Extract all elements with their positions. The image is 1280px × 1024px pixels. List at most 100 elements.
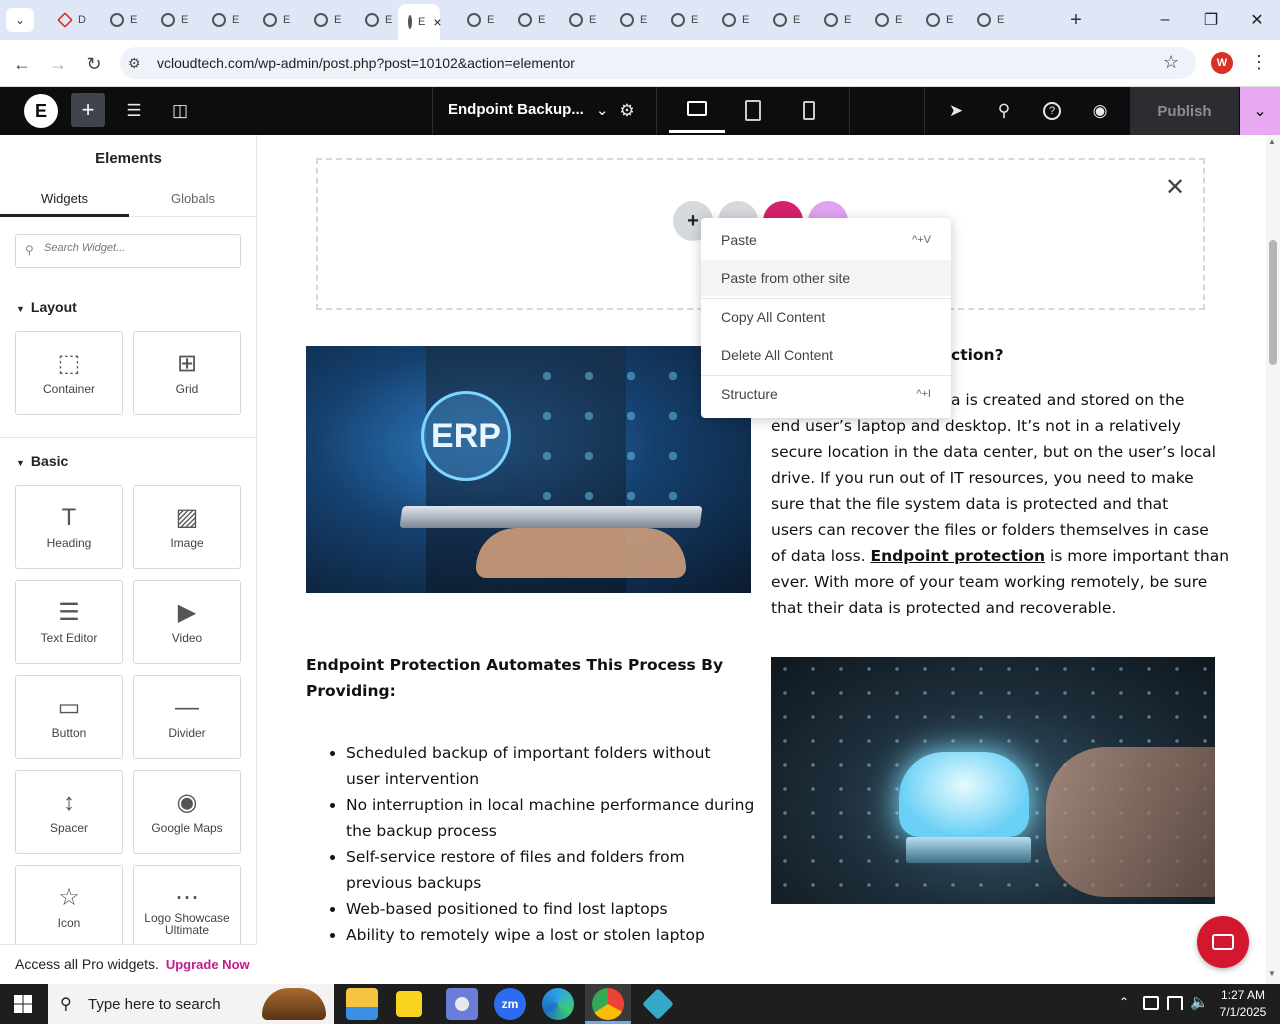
- browser-tab[interactable]: E: [202, 8, 248, 32]
- reload-icon[interactable]: ↻: [82, 52, 106, 76]
- browser-tab[interactable]: E: [253, 8, 299, 32]
- browser-tab[interactable]: D: [48, 8, 94, 32]
- edge-browser-icon[interactable]: [542, 988, 574, 1020]
- tab-globals[interactable]: Globals: [129, 191, 257, 206]
- widget-google-maps[interactable]: ◉ Google Maps: [133, 770, 241, 854]
- browser-tab[interactable]: E: [304, 8, 350, 32]
- browser-tab[interactable]: E: [712, 8, 758, 32]
- caret-down-icon: ▼: [16, 458, 25, 468]
- restore-icon[interactable]: ❐: [1196, 8, 1226, 32]
- back-icon[interactable]: ←: [10, 52, 34, 76]
- scrollbar-thumb[interactable]: [1269, 240, 1277, 365]
- widget-spacer[interactable]: ↕ Spacer: [15, 770, 123, 854]
- widget-heading[interactable]: T Heading: [15, 485, 123, 569]
- mobile-device-icon[interactable]: [803, 101, 815, 120]
- erp-circle: ERP: [421, 391, 511, 481]
- close-section-icon[interactable]: ✕: [1165, 176, 1185, 200]
- basic-section-header[interactable]: ▼ Basic: [16, 453, 68, 469]
- browser-tab[interactable]: E: [457, 8, 503, 32]
- tab-label: D: [78, 14, 86, 26]
- context-menu-item-structure[interactable]: Structure ^+I: [701, 376, 951, 412]
- context-menu-item-copy-all-content[interactable]: Copy All Content: [701, 299, 951, 335]
- url-text[interactable]: vcloudtech.com/wp-admin/post.php?post=10…: [157, 55, 575, 71]
- windows-start-icon[interactable]: [14, 995, 32, 1013]
- speaker-icon[interactable]: 🔈: [1190, 993, 1209, 1011]
- browser-tab[interactable]: E: [151, 8, 197, 32]
- help-icon[interactable]: ?: [1038, 97, 1066, 125]
- browser-tab[interactable]: E: [865, 8, 911, 32]
- widget-container[interactable]: ⬚ Container: [15, 331, 123, 415]
- bookmark-star-icon[interactable]: ☆: [1163, 52, 1179, 73]
- widget-video[interactable]: ▶ Video: [133, 580, 241, 664]
- close-window-icon[interactable]: ✕: [1242, 8, 1272, 32]
- browser-tab[interactable]: E: [610, 8, 656, 32]
- widget-grid[interactable]: ⊞ Grid: [133, 331, 241, 415]
- browser-tab[interactable]: E: [916, 8, 962, 32]
- browser-tab[interactable]: E: [967, 8, 1013, 32]
- widget-icon[interactable]: ☆ Icon: [15, 865, 123, 949]
- snipping-tool-icon[interactable]: [446, 988, 478, 1020]
- erp-image[interactable]: ERP: [306, 346, 751, 593]
- browser-tab[interactable]: E ×: [398, 4, 442, 40]
- widget-logo-showcase-ultimate[interactable]: ⋯ Logo Showcase Ultimate: [133, 865, 241, 949]
- forward-icon[interactable]: →: [46, 52, 70, 76]
- tablet-device-icon[interactable]: [745, 100, 761, 121]
- elementor-logo-icon[interactable]: E: [24, 94, 58, 128]
- browser-tab[interactable]: E: [508, 8, 554, 32]
- widget-divider[interactable]: — Divider: [133, 675, 241, 759]
- widget-button[interactable]: ▭ Button: [15, 675, 123, 759]
- desktop-device-icon[interactable]: [687, 101, 707, 116]
- layout-section-header[interactable]: ▼ Layout: [16, 299, 77, 315]
- promo-message: Access all Pro widgets.: [15, 956, 159, 972]
- browser-tab[interactable]: E: [100, 8, 146, 32]
- widget-search-field[interactable]: ⚲: [15, 234, 241, 268]
- tab-search-button[interactable]: ⌄: [6, 8, 34, 32]
- scroll-up-arrow-icon[interactable]: ▲: [1268, 137, 1276, 146]
- close-tab-icon[interactable]: ×: [433, 14, 441, 30]
- zoom-app-icon[interactable]: zm: [494, 988, 526, 1020]
- chrome-browser-icon[interactable]: [592, 988, 624, 1020]
- browser-tab[interactable]: E: [559, 8, 605, 32]
- notes-pin-icon[interactable]: ➤: [942, 97, 970, 125]
- new-tab-icon[interactable]: +: [1066, 8, 1086, 32]
- minimize-icon[interactable]: –: [1150, 8, 1180, 32]
- page-title-dropdown[interactable]: Endpoint Backup... ⌄: [448, 101, 608, 119]
- browser-tab[interactable]: E: [814, 8, 860, 32]
- add-element-icon[interactable]: +: [71, 93, 105, 127]
- context-menu-item-paste[interactable]: Paste ^+V: [701, 222, 951, 258]
- browser-tab[interactable]: E: [763, 8, 809, 32]
- tab-label: E: [793, 14, 801, 26]
- publish-button[interactable]: Publish: [1130, 87, 1239, 135]
- preview-eye-icon[interactable]: ◉: [1086, 97, 1114, 125]
- endpoint-protection-link[interactable]: Endpoint protection: [871, 547, 1046, 565]
- publish-options-chevron-icon[interactable]: ⌄: [1240, 87, 1280, 135]
- search-icon[interactable]: ⚲: [990, 97, 1018, 125]
- profile-avatar[interactable]: W: [1211, 52, 1233, 74]
- chrome-menu-icon[interactable]: ⋮: [1250, 52, 1268, 73]
- context-menu-item-delete-all-content[interactable]: Delete All Content: [701, 337, 951, 373]
- browser-tab[interactable]: E: [661, 8, 707, 32]
- tab-widgets[interactable]: Widgets: [0, 191, 129, 206]
- tray-chevron-icon[interactable]: ⌃: [1119, 995, 1129, 1009]
- taskbar-search-box[interactable]: ⚲ Type here to search: [48, 984, 334, 1024]
- context-menu-item-paste-from-other-site[interactable]: Paste from other site: [701, 260, 951, 296]
- cloud-image[interactable]: [771, 657, 1215, 904]
- sticky-notes-icon[interactable]: [396, 991, 422, 1017]
- chat-widget-button[interactable]: [1197, 916, 1249, 968]
- search-input[interactable]: [44, 242, 234, 254]
- widget-text-editor[interactable]: ☰ Text Editor: [15, 580, 123, 664]
- browser-tab[interactable]: E: [355, 8, 401, 32]
- page-settings-gear-icon[interactable]: ⚙: [613, 97, 641, 125]
- widget-image[interactable]: ▨ Image: [133, 485, 241, 569]
- network-warning-icon[interactable]: [1143, 996, 1159, 1010]
- structure-layers-icon[interactable]: ◫: [166, 97, 194, 125]
- laptop-shape: [906, 837, 1031, 863]
- file-explorer-icon[interactable]: [346, 988, 378, 1020]
- scroll-down-arrow-icon[interactable]: ▼: [1268, 969, 1276, 978]
- wifi-icon[interactable]: [1167, 996, 1183, 1010]
- list-item: Web-based positioned to find lost laptop…: [346, 896, 766, 922]
- site-info-icon[interactable]: ⚙: [128, 55, 141, 72]
- upgrade-now-link[interactable]: Upgrade Now: [166, 957, 250, 972]
- clock[interactable]: 1:27 AM 7/1/2025: [1212, 987, 1274, 1021]
- site-settings-icon[interactable]: ☰: [120, 97, 148, 125]
